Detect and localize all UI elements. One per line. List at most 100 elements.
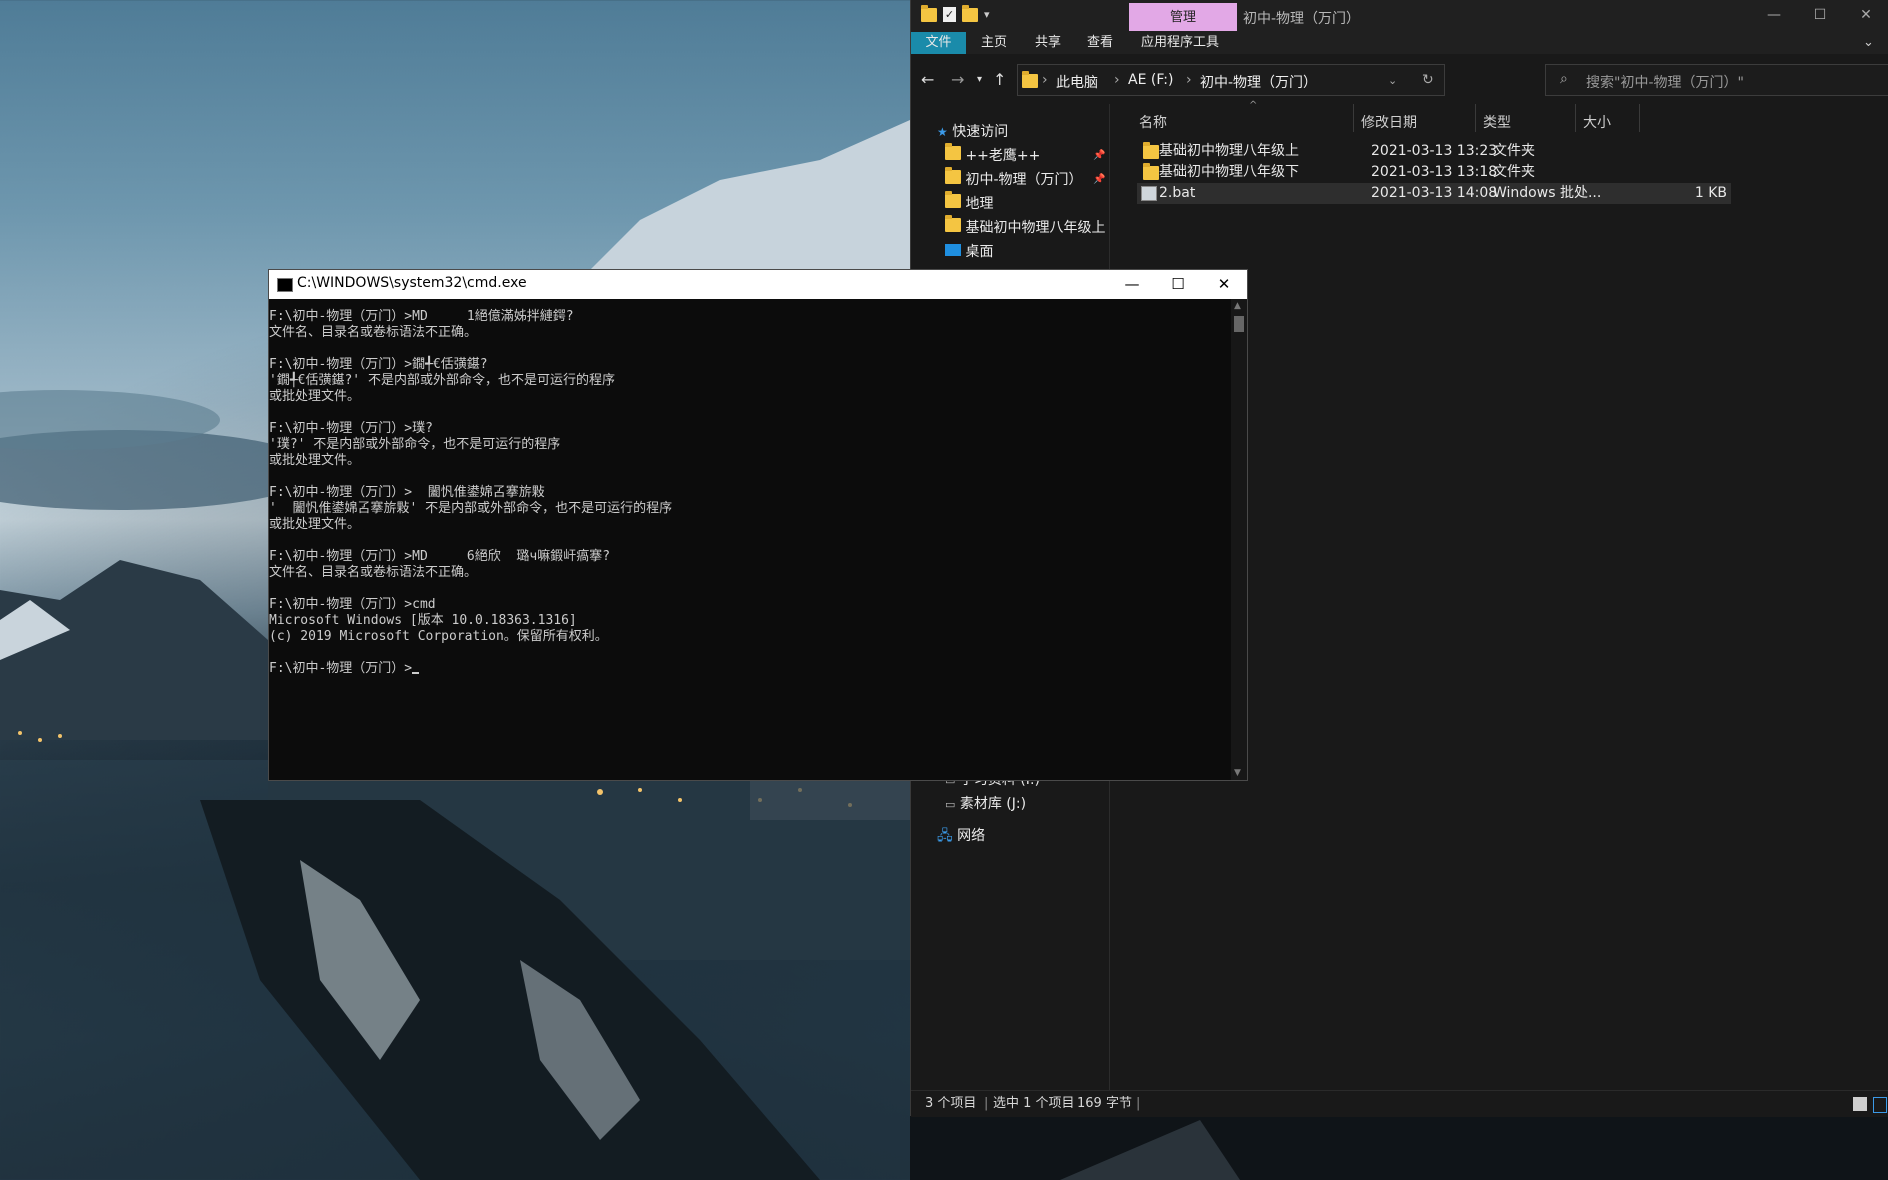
terminal-icon [277,278,293,292]
customize-toolbar-icon[interactable]: ▾ [984,8,990,21]
tab-share[interactable]: 共享 [1035,32,1061,54]
scroll-down-icon[interactable]: ▼ [1234,768,1241,778]
cmd-titlebar[interactable]: C:\WINDOWS\system32\cmd.exe — ☐ ✕ [269,270,1247,299]
search-icon: ⌕ [1560,71,1568,87]
nav-label: 桌面 [965,244,994,260]
status-size: 169 字节 [1077,1096,1132,1111]
file-row-selected[interactable]: 2.bat 2021-03-13 14:08 Windows 批处... 1 K… [1137,183,1731,204]
column-separator[interactable] [1475,104,1476,132]
nav-item-physics[interactable]: 初中-物理（万门） [945,167,1083,191]
console-line: F:\初中-物理（万门）> 闔忛倠鍙婂叾搴旂敤 [269,485,545,500]
console-line: 文件名、目录名或卷标语法不正确。 [269,565,478,580]
search-box[interactable]: ⌕ 搜索"初中-物理（万门）" [1545,64,1888,96]
nav-item-basic-physics[interactable]: 基础初中物理八年级上 [945,215,1106,239]
maximize-button[interactable]: ☐ [1155,270,1201,299]
nav-label: 初中-物理（万门） [965,172,1083,188]
vertical-scrollbar[interactable]: ▲ ▼ [1231,299,1247,780]
column-separator[interactable] [1353,104,1354,132]
status-selected: 选中 1 个项目 [993,1096,1075,1111]
close-button[interactable]: ✕ [1843,0,1888,32]
nav-label: 地理 [965,196,994,212]
nav-label: 基础初中物理八年级上 [965,220,1106,236]
folder-icon [1022,71,1038,88]
recent-locations-icon[interactable]: ▾ [977,74,982,85]
cmd-window: C:\WINDOWS\system32\cmd.exe — ☐ ✕ F:\初中-… [268,269,1248,781]
file-name: 基础初中物理八年级下 [1159,164,1299,180]
file-row[interactable]: 基础初中物理八年级上 2021-03-13 13:23 文件夹 [1137,141,1731,162]
file-date: 2021-03-13 13:18 [1371,164,1498,180]
column-separator[interactable] [1639,104,1640,132]
address-box[interactable]: › 此电脑 › AE (F:) › 初中-物理（万门） ⌄ ↻ [1017,64,1445,96]
console-line: F:\初中-物理（万门）>璞? [269,421,433,436]
refresh-icon[interactable]: ↻ [1422,72,1434,88]
breadcrumb-separator: › [1186,72,1192,88]
nav-network[interactable]: 🖧 网络 [937,825,985,847]
nav-item-eagle[interactable]: ++老鹰++ [945,143,1040,167]
back-arrow-icon[interactable]: ← [921,70,934,89]
column-header-date[interactable]: 修改日期 [1361,112,1417,132]
nav-item-desktop[interactable]: 桌面 [945,241,993,263]
scrollbar-thumb[interactable] [1234,316,1244,332]
console-line: F:\初中-物理（万门）>MD 6絕欣 璐ч嘛鍜屽瘑搴? [269,549,611,564]
file-name: 基础初中物理八年级上 [1159,143,1299,159]
nav-item-geography[interactable]: 地理 [945,191,994,215]
sort-ascending-icon: ^ [1249,100,1258,111]
breadcrumb-separator: › [1114,72,1120,88]
maximize-button[interactable]: ☐ [1797,0,1843,32]
up-arrow-icon[interactable]: ↑ [993,70,1006,89]
folder-icon [945,215,961,232]
properties-icon[interactable]: ✓ [943,7,956,22]
scroll-up-icon[interactable]: ▲ [1234,301,1241,311]
expand-ribbon-icon[interactable]: ⌄ [1863,32,1874,54]
column-header-name[interactable]: 名称 [1139,112,1167,132]
status-separator: | [984,1096,989,1111]
console-line: F:\初中-物理（万门）> [269,661,1229,677]
details-view-icon[interactable] [1853,1097,1867,1111]
breadcrumb-separator: › [1042,72,1048,88]
column-header-size[interactable]: 大小 [1583,112,1611,132]
breadcrumb-drive[interactable]: AE (F:) [1128,72,1173,88]
tab-home[interactable]: 主页 [981,32,1007,54]
batch-file-icon [1141,186,1157,208]
folder-icon [945,167,961,184]
tab-file[interactable]: 文件 [911,32,966,54]
search-input[interactable]: 搜索"初中-物理（万门）" [1586,72,1744,92]
folder-icon [945,143,961,160]
tab-app-tools[interactable]: 应用程序工具 [1141,32,1219,54]
status-separator: | [1136,1096,1141,1111]
chevron-down-icon[interactable]: ⌄ [1388,74,1397,87]
pin-icon[interactable]: 📌 [1093,150,1105,161]
nav-label: 素材库 (J:) [959,796,1027,812]
column-header-type[interactable]: 类型 [1483,112,1511,132]
console-line: '璞?' 不是内部或外部命令，也不是可运行的程序 [269,437,561,452]
pin-icon[interactable]: 📌 [1093,174,1105,185]
tab-view[interactable]: 查看 [1087,32,1113,54]
breadcrumb-folder[interactable]: 初中-物理（万门） [1200,72,1317,92]
console-line: 或批处理文件。 [269,453,361,468]
column-separator[interactable] [1575,104,1576,132]
folder-icon[interactable] [921,4,937,22]
file-row[interactable]: 基础初中物理八年级下 2021-03-13 13:18 文件夹 [1137,162,1731,183]
quick-access-toolbar: ✓ ▾ [921,4,990,22]
console-output[interactable]: F:\初中-物理（万门）>MD 1絕億滿姊拌縺鍔? 文件名、目录名或卷标语法不正确… [269,309,1229,779]
window-title: 初中-物理（万门） [1243,11,1361,27]
close-button[interactable]: ✕ [1201,270,1247,299]
cmd-title: C:\WINDOWS\system32\cmd.exe [297,275,527,291]
status-item-count: 3 个项目 [925,1096,977,1111]
minimize-button[interactable]: — [1109,270,1155,299]
ribbon-tabs: 文件 主页 共享 查看 应用程序工具 ⌄ [911,32,1888,54]
nav-quick-access[interactable]: ★ 快速访问 [937,121,1008,143]
nav-drive-assets[interactable]: ▭ 素材库 (J:) [945,793,1026,815]
tab-manage[interactable]: 管理 [1129,3,1237,31]
forward-arrow-icon[interactable]: → [951,70,964,89]
large-icons-view-icon[interactable] [1873,1097,1887,1113]
breadcrumb-this-pc[interactable]: 此电脑 [1056,72,1098,92]
desktop-icon [945,244,961,256]
new-folder-icon[interactable] [962,4,978,22]
explorer-titlebar[interactable]: ✓ ▾ 管理 初中-物理（万门） — ☐ ✕ [911,0,1888,32]
console-line: 或批处理文件。 [269,517,361,532]
minimize-button[interactable]: — [1751,0,1797,32]
